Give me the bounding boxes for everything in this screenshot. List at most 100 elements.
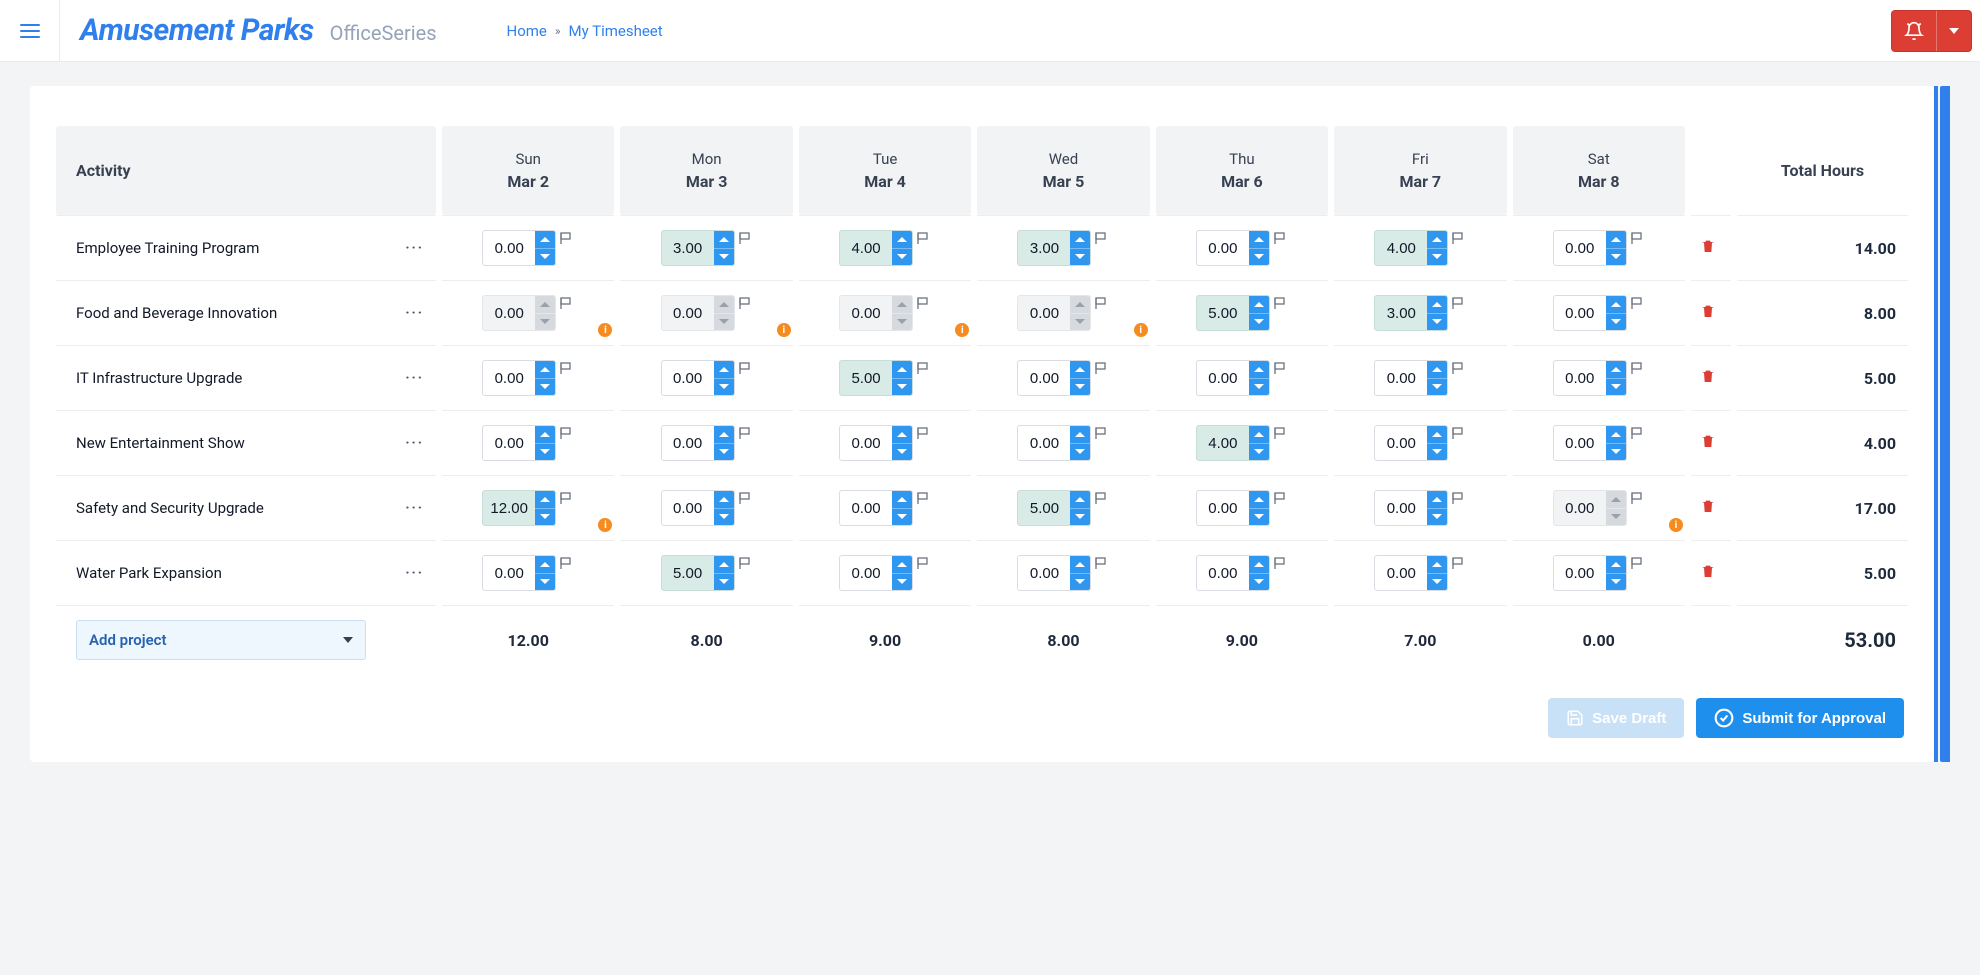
step-down-button[interactable] [892, 314, 912, 331]
hours-input[interactable] [1018, 491, 1070, 525]
comment-flag-icon[interactable] [560, 492, 574, 504]
hours-spinner[interactable] [661, 555, 735, 591]
step-down-button[interactable] [535, 574, 555, 591]
step-up-button[interactable] [892, 491, 912, 509]
hours-input[interactable] [1018, 426, 1070, 460]
step-up-button[interactable] [535, 231, 555, 249]
hours-input[interactable] [662, 231, 714, 265]
step-up-button[interactable] [892, 231, 912, 249]
submit-approval-button[interactable]: Submit for Approval [1696, 698, 1904, 738]
hours-input[interactable] [840, 296, 892, 330]
step-up-button[interactable] [714, 231, 734, 249]
hours-input[interactable] [1018, 361, 1070, 395]
step-down-button[interactable] [1070, 574, 1090, 591]
hours-spinner[interactable] [1553, 295, 1627, 331]
step-down-button[interactable] [535, 314, 555, 331]
step-up-button[interactable] [892, 556, 912, 574]
hours-input[interactable] [483, 361, 535, 395]
step-down-button[interactable] [1070, 379, 1090, 396]
row-menu-button[interactable]: ··· [401, 301, 428, 325]
delete-row-button[interactable] [1695, 365, 1721, 391]
hours-spinner[interactable] [1553, 425, 1627, 461]
hours-spinner[interactable] [482, 490, 556, 526]
hours-input[interactable] [840, 491, 892, 525]
step-down-button[interactable] [1606, 379, 1626, 396]
step-down-button[interactable] [1249, 379, 1269, 396]
step-up-button[interactable] [892, 296, 912, 314]
comment-flag-icon[interactable] [1095, 232, 1109, 244]
hours-input[interactable] [1375, 231, 1427, 265]
step-up-button[interactable] [535, 491, 555, 509]
step-up-button[interactable] [1606, 231, 1626, 249]
hours-spinner[interactable] [1374, 490, 1448, 526]
step-up-button[interactable] [1249, 491, 1269, 509]
hours-input[interactable] [483, 231, 535, 265]
row-menu-button[interactable]: ··· [401, 366, 428, 390]
comment-flag-icon[interactable] [560, 557, 574, 569]
step-down-button[interactable] [714, 509, 734, 526]
comment-flag-icon[interactable] [1274, 427, 1288, 439]
comment-flag-icon[interactable] [1631, 557, 1645, 569]
step-down-button[interactable] [1427, 249, 1447, 266]
hours-spinner[interactable] [1196, 555, 1270, 591]
step-up-button[interactable] [1606, 426, 1626, 444]
hours-input[interactable] [840, 361, 892, 395]
hours-spinner[interactable] [661, 425, 735, 461]
hours-spinner[interactable] [1374, 230, 1448, 266]
hours-input[interactable] [1375, 491, 1427, 525]
comment-flag-icon[interactable] [1631, 297, 1645, 309]
hours-input[interactable] [1197, 296, 1249, 330]
hours-input[interactable] [662, 296, 714, 330]
comment-flag-icon[interactable] [917, 427, 931, 439]
step-up-button[interactable] [714, 361, 734, 379]
hours-input[interactable] [1375, 296, 1427, 330]
step-down-button[interactable] [714, 574, 734, 591]
breadcrumb-home-link[interactable]: Home [507, 22, 547, 40]
step-up-button[interactable] [714, 426, 734, 444]
hours-spinner[interactable] [839, 555, 913, 591]
comment-flag-icon[interactable] [739, 492, 753, 504]
step-up-button[interactable] [1427, 556, 1447, 574]
step-up-button[interactable] [1070, 426, 1090, 444]
comment-flag-icon[interactable] [1274, 492, 1288, 504]
delete-row-button[interactable] [1695, 300, 1721, 326]
hours-spinner[interactable] [661, 295, 735, 331]
hours-spinner[interactable] [1017, 295, 1091, 331]
hours-spinner[interactable] [661, 230, 735, 266]
hours-spinner[interactable] [482, 555, 556, 591]
hours-spinner[interactable] [839, 490, 913, 526]
comment-flag-icon[interactable] [1452, 232, 1466, 244]
step-down-button[interactable] [1249, 574, 1269, 591]
step-down-button[interactable] [1249, 249, 1269, 266]
info-badge-icon[interactable]: i [777, 323, 791, 337]
comment-flag-icon[interactable] [1274, 297, 1288, 309]
hours-input[interactable] [1018, 296, 1070, 330]
hours-input[interactable] [1197, 556, 1249, 590]
step-up-button[interactable] [535, 361, 555, 379]
info-badge-icon[interactable]: i [598, 518, 612, 532]
step-down-button[interactable] [892, 249, 912, 266]
comment-flag-icon[interactable] [1631, 232, 1645, 244]
hours-input[interactable] [662, 361, 714, 395]
step-down-button[interactable] [1427, 574, 1447, 591]
hours-input[interactable] [1375, 361, 1427, 395]
comment-flag-icon[interactable] [739, 362, 753, 374]
comment-flag-icon[interactable] [560, 427, 574, 439]
hours-spinner[interactable] [1196, 360, 1270, 396]
step-up-button[interactable] [714, 296, 734, 314]
hours-spinner[interactable] [1374, 555, 1448, 591]
comment-flag-icon[interactable] [1452, 362, 1466, 374]
comment-flag-icon[interactable] [739, 557, 753, 569]
hours-input[interactable] [1554, 556, 1606, 590]
hours-spinner[interactable] [839, 295, 913, 331]
step-up-button[interactable] [535, 296, 555, 314]
comment-flag-icon[interactable] [739, 297, 753, 309]
hours-spinner[interactable] [1017, 360, 1091, 396]
step-down-button[interactable] [1070, 509, 1090, 526]
hours-input[interactable] [662, 556, 714, 590]
step-down-button[interactable] [892, 574, 912, 591]
comment-flag-icon[interactable] [1095, 427, 1109, 439]
step-up-button[interactable] [1070, 491, 1090, 509]
step-up-button[interactable] [892, 361, 912, 379]
step-down-button[interactable] [1249, 509, 1269, 526]
